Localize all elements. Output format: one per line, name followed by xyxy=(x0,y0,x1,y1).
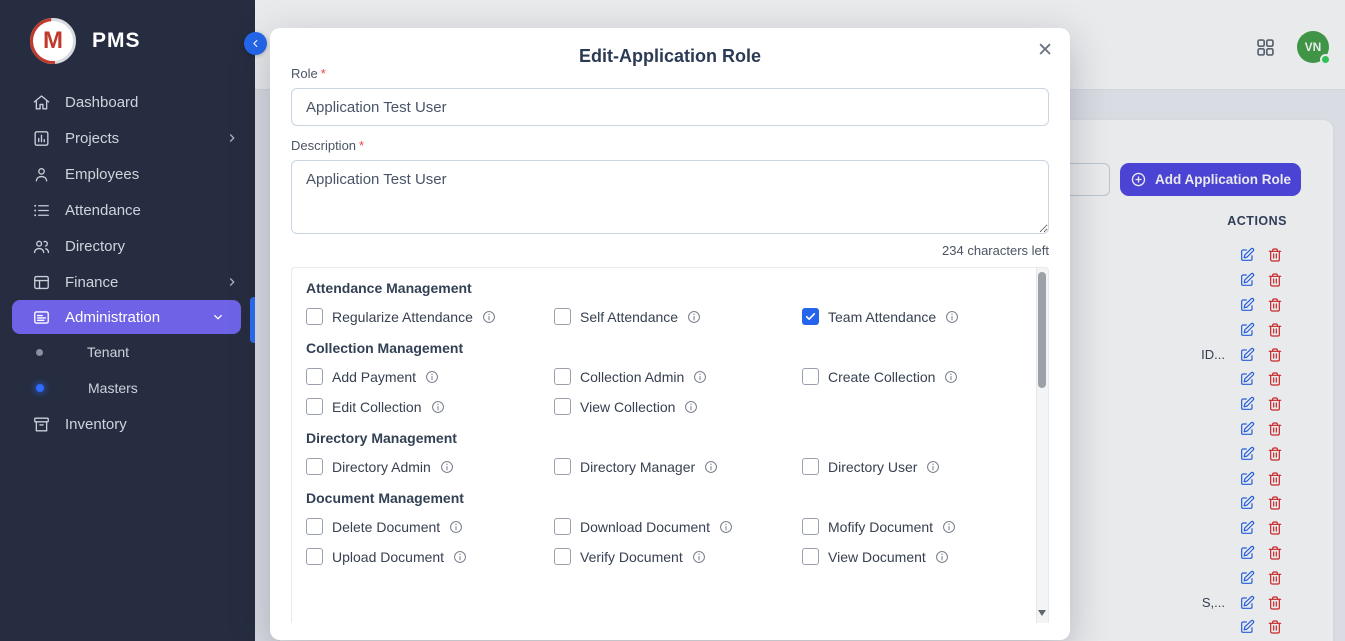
sidebar: M PMS DashboardProjectsEmployeesAttendan… xyxy=(0,0,255,641)
checkbox[interactable] xyxy=(306,368,323,385)
projects-icon xyxy=(32,129,51,148)
sidebar-subitem-masters[interactable]: Masters xyxy=(0,370,255,406)
chevron-right-icon xyxy=(225,131,239,145)
info-icon xyxy=(684,400,698,414)
scrollbar-thumb[interactable] xyxy=(1038,272,1046,388)
info-icon xyxy=(704,460,718,474)
permission-view-document[interactable]: View Document xyxy=(802,548,1018,565)
sidebar-menu: DashboardProjectsEmployeesAttendanceDire… xyxy=(0,78,255,442)
role-input[interactable] xyxy=(291,88,1049,126)
person-icon xyxy=(32,165,51,184)
finance-icon xyxy=(32,273,51,292)
info-icon xyxy=(942,520,956,534)
info-icon xyxy=(926,460,940,474)
home-icon xyxy=(32,93,51,112)
sidebar-item-inventory[interactable]: Inventory xyxy=(0,406,255,442)
permission-create-collection[interactable]: Create Collection xyxy=(802,368,1018,385)
permissions-panel: Attendance Management Regularize Attendan… xyxy=(291,267,1049,623)
checkbox[interactable] xyxy=(306,308,323,325)
checkbox[interactable] xyxy=(554,458,571,475)
permission-section-title: Attendance Management xyxy=(306,280,1018,296)
checkbox[interactable] xyxy=(554,518,571,535)
permission-edit-collection[interactable]: Edit Collection xyxy=(306,398,554,415)
permission-verify-document[interactable]: Verify Document xyxy=(554,548,802,565)
sidebar-item-attendance[interactable]: Attendance xyxy=(0,192,255,228)
logo-letter: M xyxy=(43,27,63,55)
info-icon xyxy=(449,520,463,534)
bullet-icon xyxy=(36,349,43,356)
sidebar-subitem-tenant[interactable]: Tenant xyxy=(0,334,255,370)
checkbox[interactable] xyxy=(802,518,819,535)
description-input[interactable]: Application Test User xyxy=(291,160,1049,234)
permission-mofify-document[interactable]: Mofify Document xyxy=(802,518,1018,535)
info-icon xyxy=(719,520,733,534)
checkbox[interactable] xyxy=(554,398,571,415)
checkbox[interactable] xyxy=(554,548,571,565)
checkbox[interactable] xyxy=(554,368,571,385)
permission-add-payment[interactable]: Add Payment xyxy=(306,368,554,385)
chevron-right-icon xyxy=(225,275,239,289)
modal-title: Edit-Application Role xyxy=(291,28,1049,52)
logo-icon: M xyxy=(30,18,76,64)
checkbox[interactable] xyxy=(306,458,323,475)
permission-self-attendance[interactable]: Self Attendance xyxy=(554,308,802,325)
info-icon xyxy=(945,310,959,324)
checkbox[interactable] xyxy=(802,548,819,565)
sidebar-item-administration[interactable]: Administration xyxy=(12,300,241,334)
chevron-down-icon xyxy=(211,310,225,324)
info-icon xyxy=(692,550,706,564)
list-icon xyxy=(32,201,51,220)
permission-directory-admin[interactable]: Directory Admin xyxy=(306,458,554,475)
checkbox[interactable] xyxy=(802,458,819,475)
close-icon[interactable]: ✕ xyxy=(1037,41,1053,60)
permission-download-document[interactable]: Download Document xyxy=(554,518,802,535)
app-logo: M PMS xyxy=(0,0,255,78)
sidebar-item-projects[interactable]: Projects xyxy=(0,120,255,156)
characters-left-counter: 234 characters left xyxy=(291,243,1049,261)
info-icon xyxy=(693,370,707,384)
info-icon xyxy=(425,370,439,384)
checkbox-checked[interactable] xyxy=(802,308,819,325)
required-marker: * xyxy=(359,138,364,153)
permission-directory-user[interactable]: Directory User xyxy=(802,458,1018,475)
info-icon xyxy=(482,310,496,324)
admin-icon xyxy=(32,308,51,327)
scrollbar-track[interactable] xyxy=(1036,268,1048,623)
bullet-icon xyxy=(36,384,44,392)
sidebar-item-finance[interactable]: Finance xyxy=(0,264,255,300)
info-icon xyxy=(944,370,958,384)
edit-application-role-modal: Edit-Application Role ✕ Role* Descriptio… xyxy=(270,28,1070,640)
permission-section-title: Directory Management xyxy=(306,430,1018,446)
checkbox[interactable] xyxy=(306,548,323,565)
permission-team-attendance[interactable]: Team Attendance xyxy=(802,308,1018,325)
checkbox[interactable] xyxy=(554,308,571,325)
inventory-icon xyxy=(32,415,51,434)
permission-view-collection[interactable]: View Collection xyxy=(554,398,802,415)
checkbox[interactable] xyxy=(802,368,819,385)
permission-section-title: Document Management xyxy=(306,490,1018,506)
info-icon xyxy=(431,400,445,414)
sidebar-item-dashboard[interactable]: Dashboard xyxy=(0,84,255,120)
info-icon xyxy=(440,460,454,474)
scroll-down-button[interactable] xyxy=(1038,610,1046,616)
permission-delete-document[interactable]: Delete Document xyxy=(306,518,554,535)
permission-collection-admin[interactable]: Collection Admin xyxy=(554,368,802,385)
role-label: Role* xyxy=(291,66,1049,82)
permission-upload-document[interactable]: Upload Document xyxy=(306,548,554,565)
checkbox[interactable] xyxy=(306,518,323,535)
info-icon xyxy=(687,310,701,324)
permission-section-title: Collection Management xyxy=(306,340,1018,356)
checkbox[interactable] xyxy=(306,398,323,415)
info-icon xyxy=(453,550,467,564)
sidebar-item-directory[interactable]: Directory xyxy=(0,228,255,264)
permission-regularize-attendance[interactable]: Regularize Attendance xyxy=(306,308,554,325)
permission-directory-manager[interactable]: Directory Manager xyxy=(554,458,802,475)
sidebar-collapse-button[interactable] xyxy=(244,32,267,55)
sidebar-item-employees[interactable]: Employees xyxy=(0,156,255,192)
description-label: Description* xyxy=(291,138,1049,154)
required-marker: * xyxy=(321,66,326,81)
info-icon xyxy=(935,550,949,564)
app-name: PMS xyxy=(92,29,141,53)
people-icon xyxy=(32,237,51,256)
